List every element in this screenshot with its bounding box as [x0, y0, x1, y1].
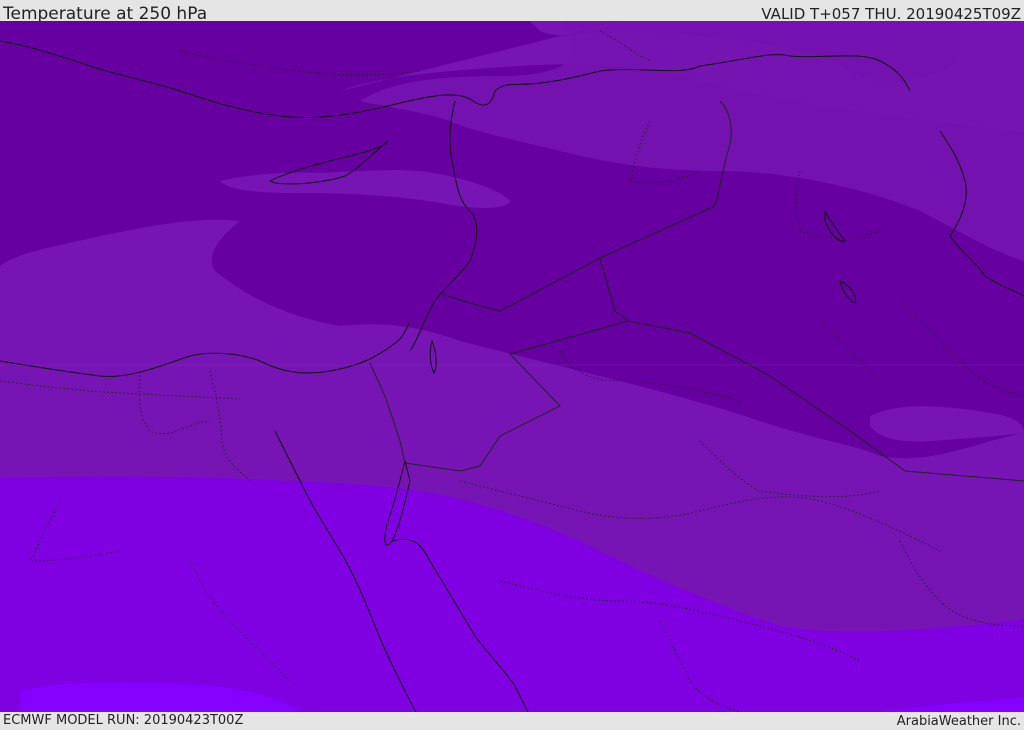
temperature-map-svg: [0, 21, 1024, 712]
weather-map: [0, 21, 1024, 712]
footer-bar: ECMWF MODEL RUN: 20190423T00Z ArabiaWeat…: [0, 712, 1024, 729]
model-run-label: ECMWF MODEL RUN: 20190423T00Z: [3, 713, 244, 728]
credit-label: ArabiaWeather Inc.: [896, 714, 1021, 729]
header-bar: Temperature at 250 hPa VALID T+057 THU. …: [0, 0, 1024, 24]
